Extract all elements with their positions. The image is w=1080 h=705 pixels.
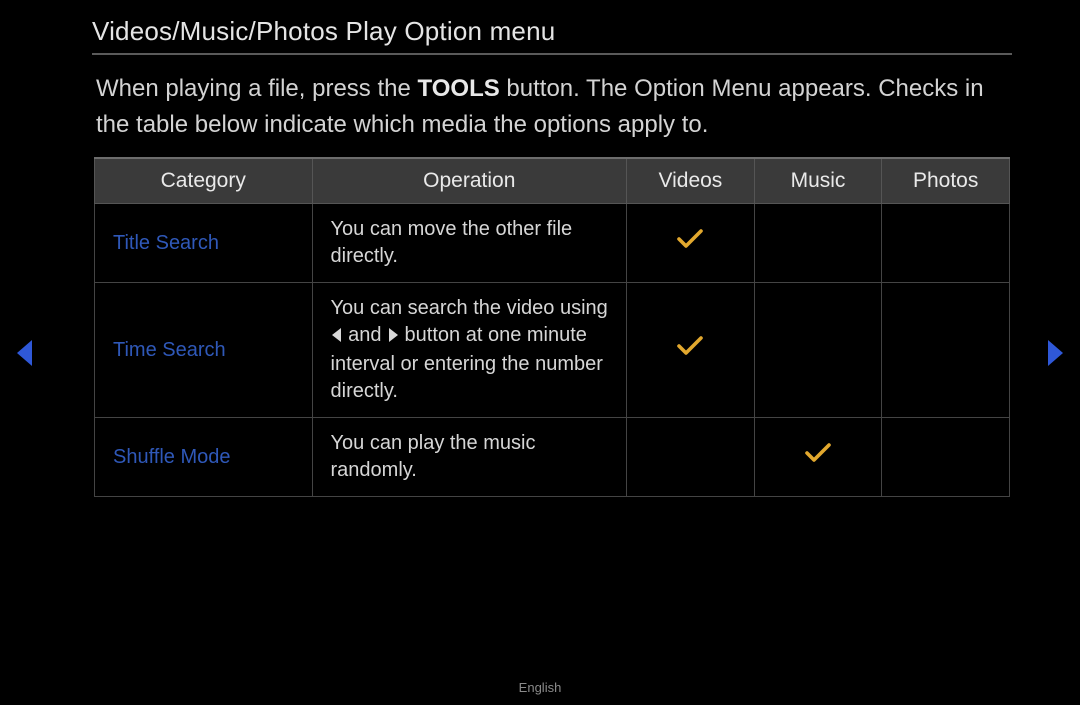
intro-pre: When playing a file, press the bbox=[96, 75, 418, 102]
cell-operation: You can move the other file directly. bbox=[312, 204, 627, 283]
cell-category: Title Search bbox=[95, 204, 313, 283]
content-area: Videos/Music/Photos Play Option menu Whe… bbox=[92, 16, 1012, 497]
check-icon bbox=[804, 442, 832, 464]
cell-category: Shuffle Mode bbox=[95, 418, 313, 497]
op-pre: You can search the video using bbox=[331, 297, 608, 319]
check-icon bbox=[676, 335, 704, 357]
th-photos: Photos bbox=[882, 158, 1010, 204]
cell-videos bbox=[627, 418, 755, 497]
cell-videos bbox=[627, 204, 755, 283]
manual-page: Videos/Music/Photos Play Option menu Whe… bbox=[0, 0, 1080, 705]
triangle-right-icon bbox=[387, 324, 399, 351]
next-page-button[interactable] bbox=[1044, 338, 1066, 368]
triangle-left-icon bbox=[14, 338, 36, 368]
cell-operation: You can search the video using and butto… bbox=[312, 283, 627, 418]
cell-videos bbox=[627, 283, 755, 418]
table-row: Title SearchYou can move the other file … bbox=[95, 204, 1010, 283]
th-videos: Videos bbox=[627, 158, 755, 204]
table-header-row: Category Operation Videos Music Photos bbox=[95, 158, 1010, 204]
cell-music bbox=[754, 204, 882, 283]
cell-category: Time Search bbox=[95, 283, 313, 418]
cell-operation: You can play the music randomly. bbox=[312, 418, 627, 497]
table-body: Title SearchYou can move the other file … bbox=[95, 204, 1010, 497]
check-icon bbox=[676, 228, 704, 250]
page-title: Videos/Music/Photos Play Option menu bbox=[92, 16, 1012, 55]
table-row: Time SearchYou can search the video usin… bbox=[95, 283, 1010, 418]
intro-bold: TOOLS bbox=[418, 75, 500, 102]
footer-language: English bbox=[0, 680, 1080, 695]
cell-photos bbox=[882, 418, 1010, 497]
cell-music bbox=[754, 283, 882, 418]
intro-paragraph: When playing a file, press the TOOLS but… bbox=[96, 71, 1012, 143]
cell-photos bbox=[882, 204, 1010, 283]
th-music: Music bbox=[754, 158, 882, 204]
triangle-left-icon bbox=[331, 324, 343, 351]
options-table: Category Operation Videos Music Photos T… bbox=[94, 157, 1010, 497]
cell-photos bbox=[882, 283, 1010, 418]
triangle-right-icon bbox=[1044, 338, 1066, 368]
op-mid: and bbox=[343, 324, 387, 346]
prev-page-button[interactable] bbox=[14, 338, 36, 368]
table-row: Shuffle ModeYou can play the music rando… bbox=[95, 418, 1010, 497]
th-operation: Operation bbox=[312, 158, 627, 204]
th-category: Category bbox=[95, 158, 313, 204]
cell-music bbox=[754, 418, 882, 497]
